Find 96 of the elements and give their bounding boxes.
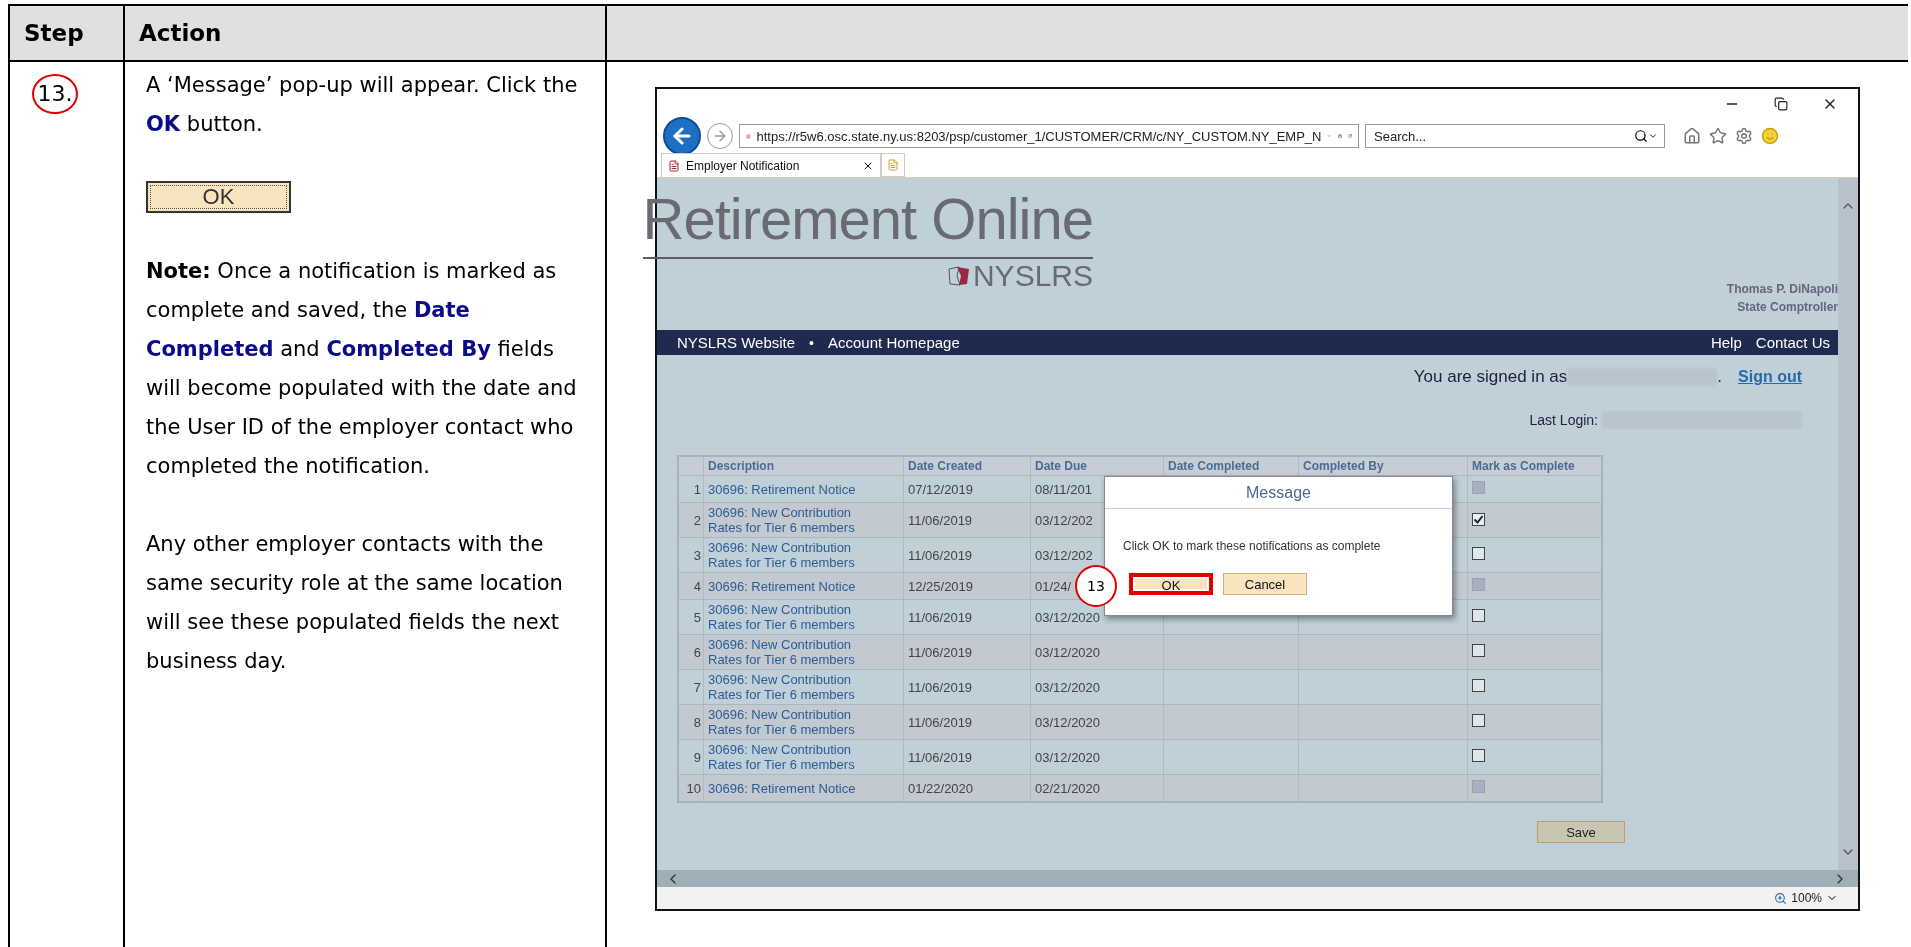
description-link[interactable]: 30696: New Contribution Rates for Tier 6 members	[708, 742, 881, 772]
step-callout: 13	[1075, 565, 1117, 607]
search-field[interactable]: Search...	[1365, 124, 1665, 148]
nav-link[interactable]: Help	[1710, 334, 1742, 351]
column-header: Date Created	[908, 459, 983, 473]
row-number: 5	[693, 609, 701, 625]
table-cell: 11/06/2019	[908, 679, 973, 695]
table-cell: 11/06/2019	[908, 749, 973, 765]
row-number: 2	[693, 512, 701, 528]
period-text: .	[1717, 367, 1722, 387]
description-link[interactable]: 30696: New Contribution Rates for Tier 6 members	[708, 540, 881, 570]
dialog-title: Message	[1105, 477, 1452, 509]
table-cell: 03/12/202	[1035, 547, 1093, 563]
official-title: State Comptroller	[1737, 300, 1838, 314]
sign-out-link[interactable]: Sign out	[1738, 368, 1802, 386]
dialog-message: Click OK to mark these notifications as complete	[1122, 538, 1382, 553]
page-icon	[887, 159, 899, 171]
description-link[interactable]: 30696: New Contribution Rates for Tier 6 members	[708, 637, 881, 667]
column-header: Mark as Complete	[1472, 459, 1575, 473]
smiley-icon[interactable]	[1761, 127, 1779, 145]
column-header: Completed By	[1303, 459, 1384, 473]
nav-link[interactable]: Account Homepage	[828, 334, 960, 351]
table-cell: 11/06/2019	[908, 512, 973, 528]
official-name: Thomas P. DiNapoli	[1726, 282, 1838, 296]
settings-icon[interactable]	[1735, 127, 1753, 145]
restore-icon[interactable]	[1774, 97, 1788, 111]
vertical-scrollbar[interactable]	[1838, 178, 1858, 870]
signed-in-label: You are signed in as	[1413, 367, 1568, 387]
checkbox[interactable]	[1472, 679, 1485, 692]
row-number: 6	[693, 644, 701, 660]
description-link[interactable]: 30696: New Contribution Rates for Tier 6 members	[708, 602, 881, 632]
checkbox[interactable]	[1472, 547, 1485, 560]
row-number: 10	[686, 780, 701, 796]
checkbox[interactable]	[1472, 644, 1485, 657]
ok-button-image: OK	[146, 181, 291, 213]
table-cell: 08/11/201	[1035, 481, 1092, 497]
step-number: 13.	[32, 74, 78, 114]
column-header: Date Completed	[1168, 459, 1260, 473]
row-number: 8	[693, 714, 701, 730]
instruction-text: Note: Once a notification is marked as complete and saved, the Date Completed and Completed By fields will become populated with the date and the User ID of the employer contact who completed the notification.	[146, 258, 578, 480]
table-cell: 03/12/2020	[1035, 609, 1101, 625]
back-button[interactable]	[663, 117, 701, 155]
table-cell: 07/12/2019	[908, 481, 974, 497]
last-login-label: Last Login:	[1529, 412, 1598, 428]
dialog-button[interactable]: OK	[1129, 573, 1213, 595]
logo-subtitle: NYSLRS	[972, 259, 1093, 293]
row-number: 1	[693, 481, 701, 497]
star-icon[interactable]	[1709, 127, 1727, 145]
row-number: 7	[693, 679, 701, 695]
description-link[interactable]: 30696: New Contribution Rates for Tier 6 members	[708, 505, 881, 535]
column-header: Date Due	[1035, 459, 1087, 473]
table-cell: 11/06/2019	[908, 644, 973, 660]
nav-link[interactable]: NYSLRS Website	[677, 334, 796, 351]
table-cell: 03/12/2020	[1035, 644, 1101, 660]
browser-tab[interactable]: Employer Notification	[661, 153, 881, 177]
save-button[interactable]: Save	[1537, 821, 1625, 843]
home-icon[interactable]	[1683, 127, 1701, 145]
table-cell: 11/06/2019	[908, 714, 973, 730]
table-cell: 01/24/	[1035, 578, 1072, 594]
instruction-text: Any other employer contacts with the same security role at the same location will see these populated fields the next business day.	[146, 531, 564, 675]
checkbox[interactable]	[1472, 512, 1485, 526]
horizontal-scrollbar[interactable]	[657, 870, 1858, 887]
row-number: 9	[693, 749, 701, 765]
row-number: 3	[693, 547, 701, 563]
description-link[interactable]: 30696: New Contribution Rates for Tier 6 members	[708, 672, 881, 702]
check-icon	[1473, 513, 1484, 525]
column-header: Description	[708, 459, 774, 473]
checkbox[interactable]	[1472, 714, 1485, 727]
dialog-button[interactable]: Cancel	[1223, 573, 1307, 595]
table-cell: 11/06/2019	[908, 547, 973, 563]
dropdown-icon[interactable]	[1648, 131, 1658, 141]
zoom-level: 100%	[1791, 891, 1822, 905]
checkbox[interactable]	[1472, 609, 1485, 622]
table-cell: 03/12/202	[1035, 512, 1093, 528]
forward-button[interactable]	[707, 123, 733, 149]
table-cell: 12/25/2019	[908, 578, 974, 594]
table-cell: 03/12/2020	[1035, 714, 1101, 730]
search-icon[interactable]	[1634, 129, 1648, 143]
row-number: 4	[693, 578, 701, 594]
checkbox[interactable]	[1472, 749, 1485, 762]
description-link[interactable]: 30696: New Contribution Rates for Tier 6 members	[708, 707, 881, 737]
nav-separator: •	[809, 334, 814, 351]
instruction-text: A ‘Message’ pop-up will appear. Click the OK button.	[146, 72, 579, 138]
logo-icon	[946, 265, 971, 287]
column-header: Action	[139, 20, 222, 46]
table-cell: 02/21/2020	[1035, 780, 1101, 796]
table-cell: 03/12/2020	[1035, 749, 1101, 765]
zoom-icon[interactable]	[1774, 891, 1788, 905]
nav-link[interactable]: Contact Us	[1755, 334, 1830, 351]
table-cell: 11/06/2019	[908, 609, 973, 625]
address-bar[interactable]: https://r5w6.osc.state.ny.us:8203/psp/customer_1/CUSTOMER/CRM/c/NY_CUSTOM.NY_EMP_N	[739, 124, 1359, 148]
search-input[interactable]: Search...	[1372, 127, 1634, 145]
table-cell: 01/22/2020	[908, 780, 974, 796]
column-header: Step	[24, 20, 84, 46]
site-icon	[668, 159, 680, 172]
table-cell: 03/12/2020	[1035, 679, 1101, 695]
